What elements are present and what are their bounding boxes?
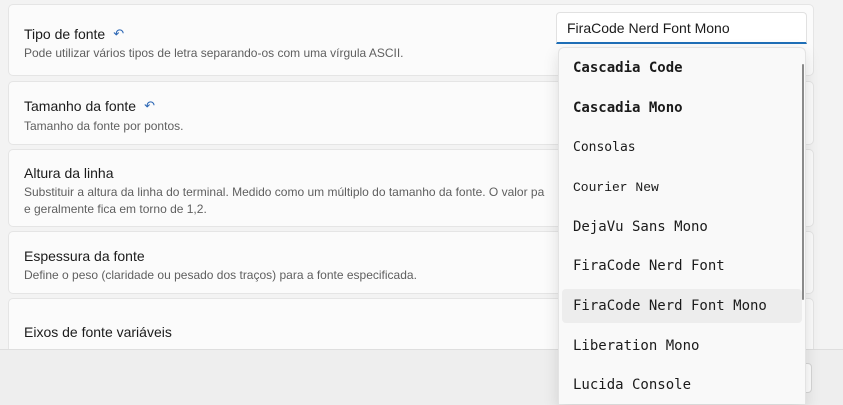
font-option[interactable]: FiraCode Nerd Font — [562, 249, 802, 283]
font-option[interactable]: Liberation Mono — [562, 329, 802, 363]
font-face-input[interactable] — [556, 12, 807, 44]
dropdown-scrollbar[interactable] — [802, 64, 804, 300]
reset-arrow-icon[interactable]: ↶ — [113, 26, 124, 42]
font-option-selected[interactable]: FiraCode Nerd Font Mono — [562, 289, 802, 323]
font-option[interactable]: Courier New — [562, 170, 802, 204]
font-option[interactable]: Cascadia Code — [562, 51, 802, 85]
font-suggestions-dropdown: Cascadia Code Cascadia Mono Consolas Cou… — [558, 47, 806, 404]
setting-title: Tipo de fonte — [24, 26, 106, 42]
font-option[interactable]: Consolas — [562, 130, 802, 164]
setting-title: Tamanho da fonte — [24, 98, 137, 114]
setting-title: Eixos de fonte variáveis — [24, 324, 172, 340]
setting-title: Altura da linha — [24, 165, 114, 181]
setting-description: Define o peso (claridade ou pesado dos t… — [24, 268, 417, 282]
reset-arrow-icon[interactable]: ↶ — [144, 98, 155, 114]
font-option[interactable]: Lucida Console — [562, 368, 802, 402]
setting-description-line2: e geralmente fica em torno de 1,2. — [24, 202, 207, 216]
font-option[interactable]: DejaVu Sans Mono — [562, 210, 802, 244]
setting-description: Pode utilizar vários tipos de letra sepa… — [24, 46, 404, 60]
font-option[interactable]: Cascadia Mono — [562, 91, 802, 125]
setting-description: Substituir a altura da linha do terminal… — [24, 185, 545, 199]
setting-title: Espessura da fonte — [24, 248, 145, 264]
setting-description: Tamanho da fonte por pontos. — [24, 119, 184, 133]
